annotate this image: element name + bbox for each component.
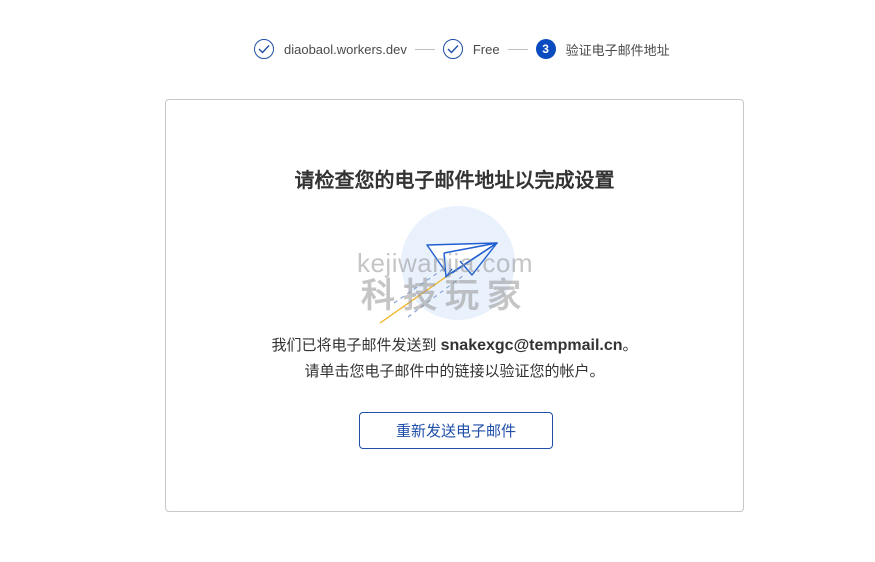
resend-email-button[interactable]: 重新发送电子邮件 bbox=[359, 412, 553, 449]
page: diaobaol.workers.dev Free 3 验证电子邮件地址 请检查… bbox=[0, 0, 875, 562]
step-number-badge: 3 bbox=[535, 39, 556, 59]
paper-plane-icon bbox=[372, 205, 522, 330]
step-plan: Free bbox=[442, 39, 500, 59]
instruction-message: 请单击您电子邮件中的链接以验证您的帐户。 bbox=[304, 363, 605, 380]
check-icon bbox=[254, 39, 274, 59]
recipient-email: snakexgc@tempmail.cn bbox=[440, 337, 623, 354]
step-domain: diaobaol.workers.dev bbox=[254, 39, 407, 59]
step-verify-email-label: 验证电子邮件地址 bbox=[565, 42, 670, 58]
page-title: 请检查您的电子邮件地址以完成设置 bbox=[294, 170, 615, 192]
progress-stepper: diaobaol.workers.dev Free 3 验证电子邮件地址 bbox=[254, 37, 670, 61]
step-plan-label: Free bbox=[472, 41, 500, 57]
sent-message-prefix: 我们已将电子邮件发送到 bbox=[271, 337, 437, 354]
check-icon bbox=[442, 39, 463, 59]
step-divider bbox=[414, 48, 435, 50]
step-verify-email: 3 验证电子邮件地址 bbox=[535, 39, 670, 59]
sent-message: 我们已将电子邮件发送到 snakexgc@tempmail.cn。 bbox=[165, 334, 744, 355]
sent-message-suffix: 。 bbox=[622, 337, 638, 354]
step-domain-label: diaobaol.workers.dev bbox=[284, 41, 407, 57]
step-divider bbox=[507, 48, 528, 50]
